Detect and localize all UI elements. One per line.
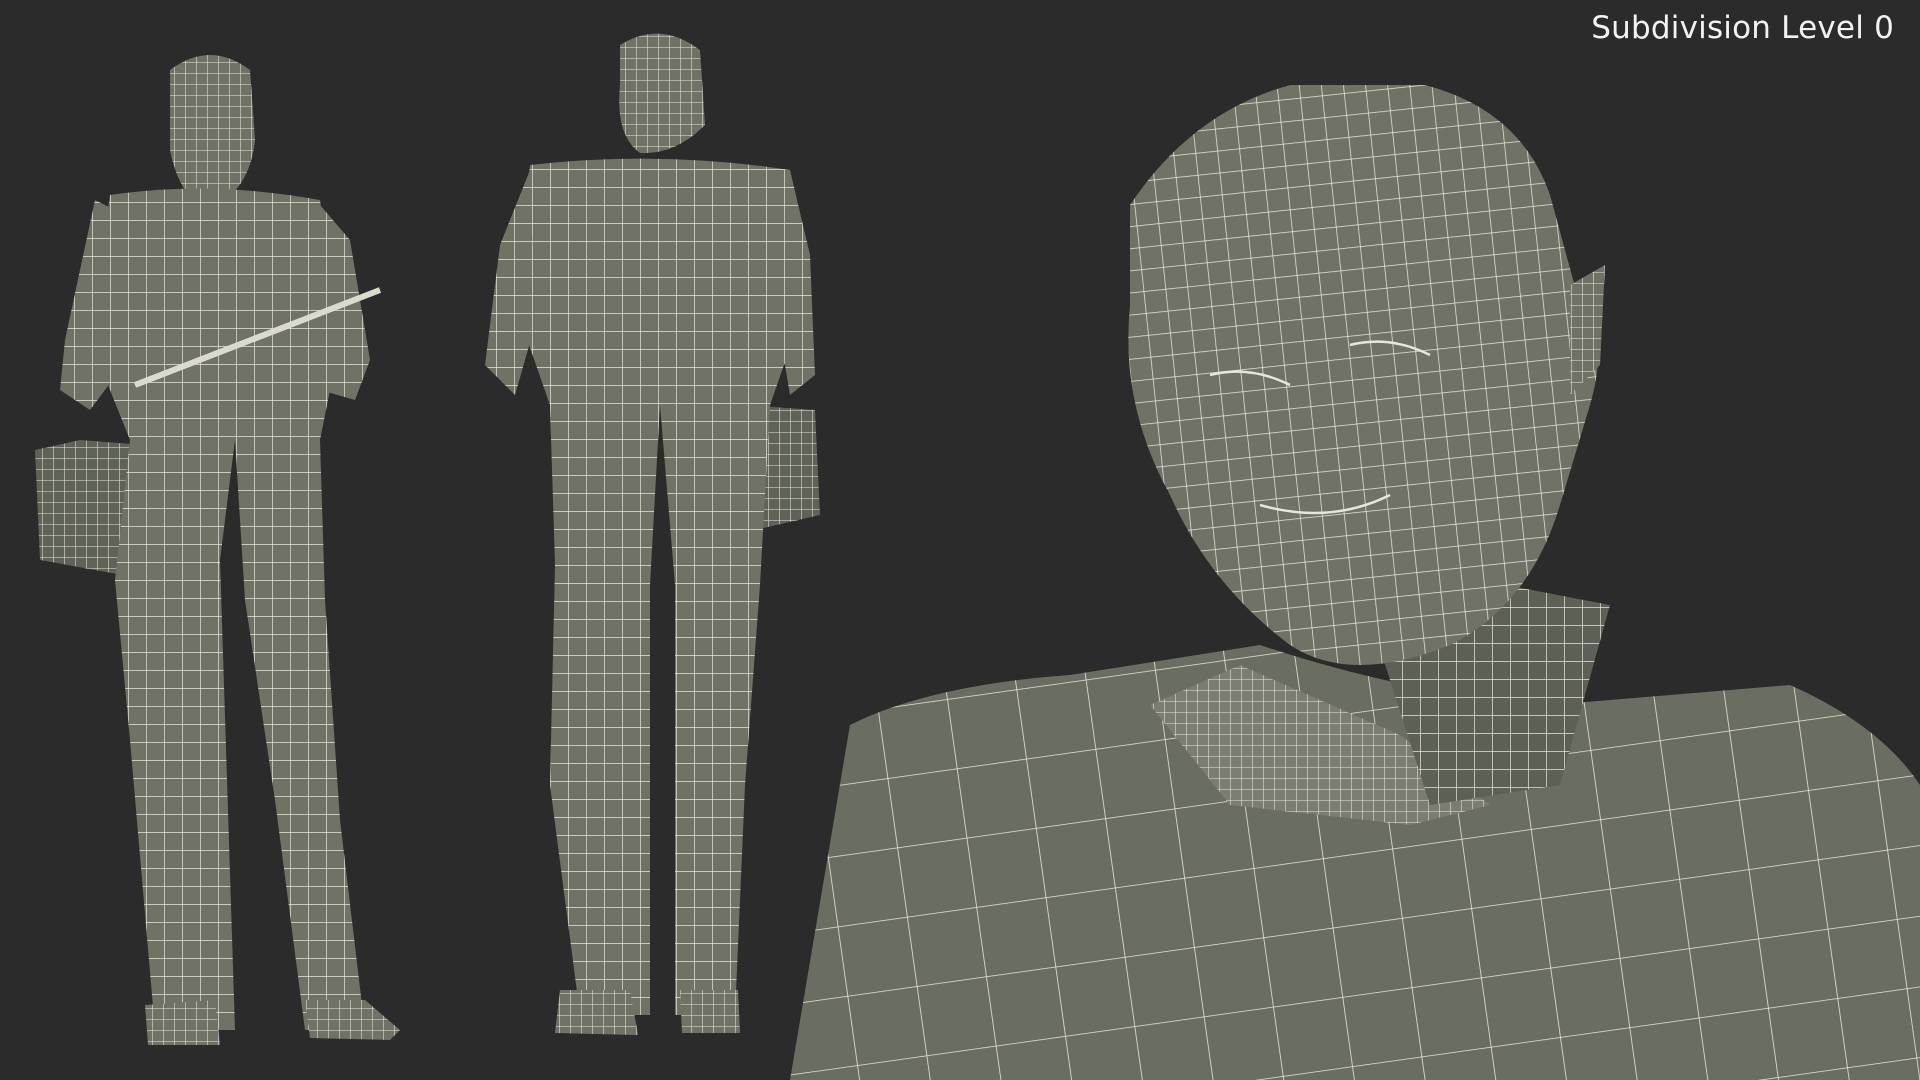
front-view-figure — [35, 55, 400, 1045]
closeup-head — [1128, 85, 1605, 665]
back-figure-body — [485, 33, 820, 1035]
back-view-figure — [485, 33, 820, 1035]
front-figure-body — [35, 55, 400, 1045]
subdivision-level-caption: Subdivision Level 0 — [1591, 10, 1894, 46]
closeup-shoulders — [790, 645, 1920, 1080]
render-canvas: Subdivision Level 0 — [0, 0, 1920, 1080]
face-closeup — [790, 85, 1920, 1080]
